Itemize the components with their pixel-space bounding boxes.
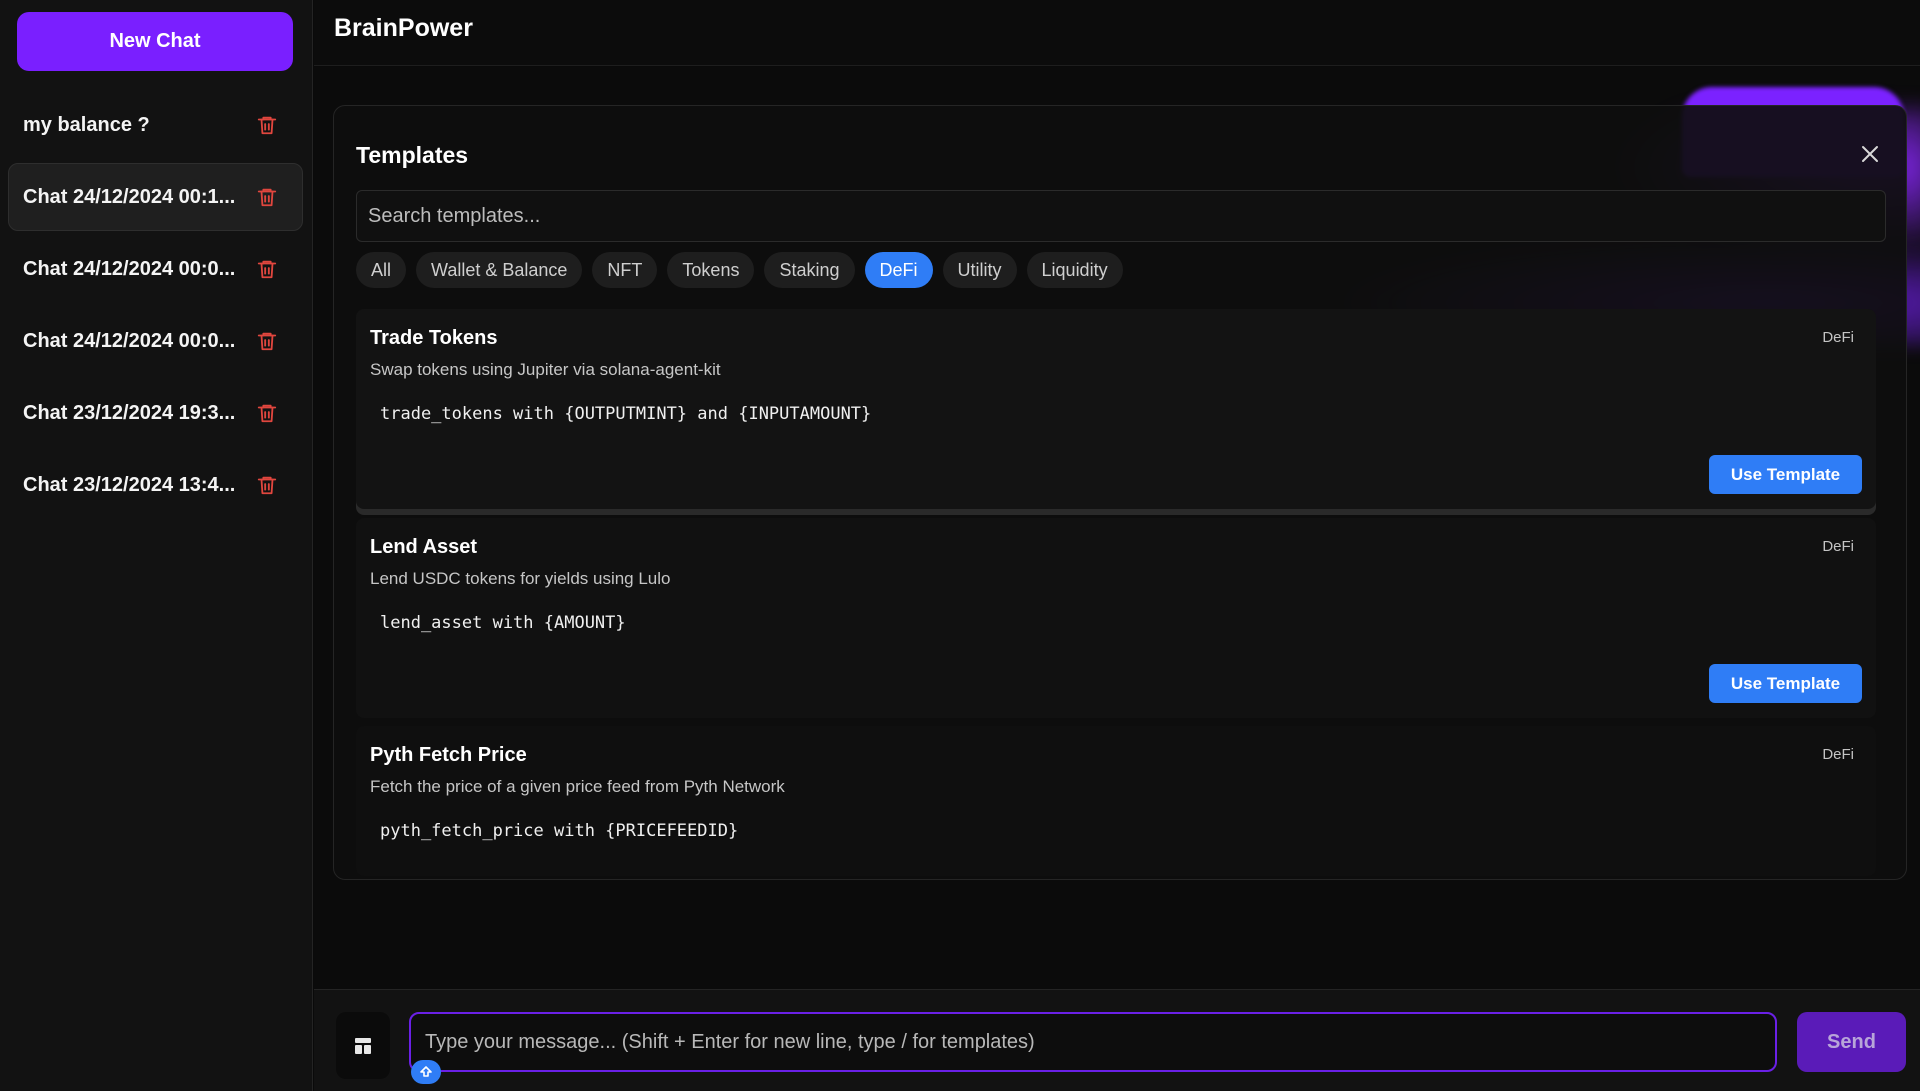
- scroll-up-button[interactable]: [411, 1060, 441, 1084]
- app-root: New Chat my balance ? Chat 24/12/2024 00…: [0, 0, 1920, 1091]
- use-template-button[interactable]: Use Template: [1709, 664, 1862, 703]
- filter-utility[interactable]: Utility: [942, 252, 1017, 288]
- sidebar: New Chat my balance ? Chat 24/12/2024 00…: [0, 0, 313, 1091]
- template-title: Pyth Fetch Price: [370, 744, 527, 766]
- composer-bar: Send: [314, 989, 1920, 1091]
- templates-title: Templates: [356, 142, 469, 168]
- app-title: BrainPower: [334, 14, 473, 42]
- arrow-up-icon: [420, 1066, 432, 1077]
- chat-item-label: my balance ?: [23, 113, 150, 136]
- chat-item[interactable]: Chat 23/12/2024 13:4...: [8, 451, 303, 519]
- trash-icon[interactable]: [256, 257, 278, 281]
- filter-nft[interactable]: NFT: [592, 252, 658, 288]
- trash-icon[interactable]: [256, 185, 278, 209]
- chat-item-label: Chat 24/12/2024 00:0...: [23, 329, 236, 352]
- message-input[interactable]: [409, 1012, 1777, 1072]
- chat-item[interactable]: Chat 24/12/2024 00:0...: [8, 235, 303, 303]
- templates-search-input[interactable]: [356, 190, 1886, 242]
- template-card: Lend Asset DeFi Lend USDC tokens for yie…: [356, 518, 1876, 718]
- templates-button[interactable]: [336, 1012, 390, 1079]
- chat-item-label: Chat 23/12/2024 19:3...: [23, 401, 236, 424]
- filter-staking[interactable]: Staking: [764, 252, 855, 288]
- chat-item-label: Chat 23/12/2024 13:4...: [23, 473, 236, 496]
- chat-item-label: Chat 24/12/2024 00:0...: [23, 257, 236, 280]
- filter-tokens[interactable]: Tokens: [667, 252, 755, 288]
- top-header: BrainPower: [314, 0, 1920, 66]
- chat-item[interactable]: my balance ?: [8, 91, 303, 159]
- trash-icon[interactable]: [256, 113, 278, 137]
- template-title: Trade Tokens: [370, 327, 498, 349]
- templates-panel: Templates All Wallet & Balance NFT Token…: [333, 105, 1907, 880]
- template-code: pyth_fetch_price with {PRICEFEEDID}: [380, 821, 739, 841]
- filter-wallet-balance[interactable]: Wallet & Balance: [416, 252, 583, 288]
- close-icon: [1862, 146, 1878, 162]
- filter-all[interactable]: All: [356, 252, 407, 288]
- send-button[interactable]: Send: [1797, 1012, 1906, 1072]
- template-code: lend_asset with {AMOUNT}: [380, 613, 626, 633]
- chat-item[interactable]: Chat 24/12/2024 00:0...: [8, 307, 303, 375]
- template-card: Pyth Fetch Price DeFi Fetch the price of…: [356, 726, 1876, 876]
- filter-liquidity[interactable]: Liquidity: [1026, 252, 1123, 288]
- template-category: DeFi: [1822, 538, 1854, 555]
- chat-list: my balance ? Chat 24/12/2024 00:1... Cha…: [8, 91, 303, 523]
- template-code: trade_tokens with {OUTPUTMINT} and {INPU…: [380, 404, 872, 424]
- filter-defi[interactable]: DeFi: [864, 252, 933, 288]
- trash-icon[interactable]: [256, 401, 278, 425]
- template-category: DeFi: [1822, 329, 1854, 346]
- close-button[interactable]: [1856, 140, 1884, 168]
- template-description: Fetch the price of a given price feed fr…: [370, 777, 785, 796]
- template-title: Lend Asset: [370, 536, 478, 558]
- trash-icon[interactable]: [256, 473, 278, 497]
- chat-item-label: Chat 24/12/2024 00:1...: [23, 185, 236, 208]
- layout-template-icon: [355, 1037, 371, 1054]
- chat-item[interactable]: Chat 23/12/2024 19:3...: [8, 379, 303, 447]
- new-chat-button[interactable]: New Chat: [17, 12, 293, 71]
- chat-item-active[interactable]: Chat 24/12/2024 00:1...: [8, 163, 303, 231]
- template-category: DeFi: [1822, 746, 1854, 763]
- category-filters: All Wallet & Balance NFT Tokens Staking …: [356, 252, 1123, 288]
- template-card: Trade Tokens DeFi Swap tokens using Jupi…: [356, 309, 1876, 509]
- template-description: Lend USDC tokens for yields using Lulo: [370, 569, 671, 588]
- template-description: Swap tokens using Jupiter via solana-age…: [370, 360, 721, 379]
- use-template-button[interactable]: Use Template: [1709, 455, 1862, 494]
- trash-icon[interactable]: [256, 329, 278, 353]
